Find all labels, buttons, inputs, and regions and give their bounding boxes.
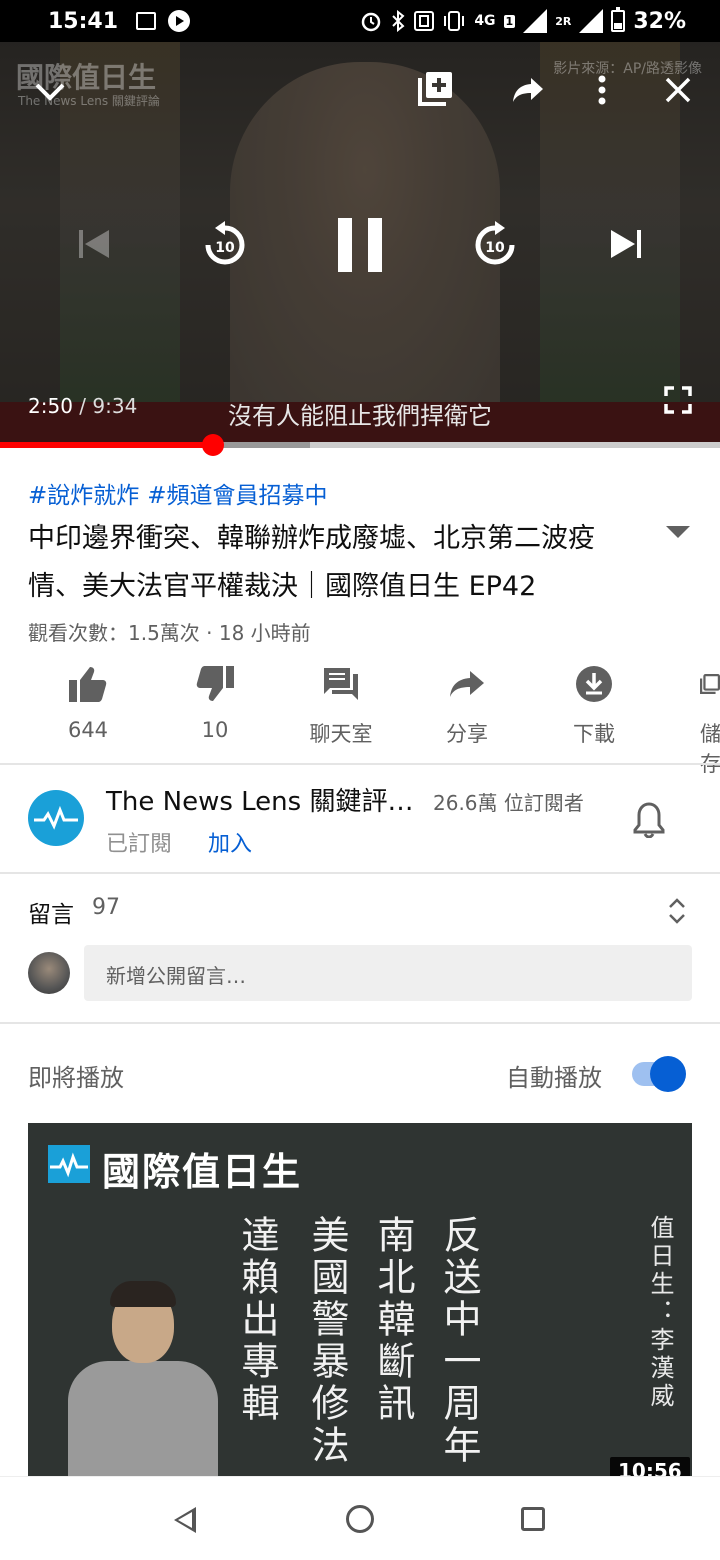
thumbnail-headline: 達賴出專輯 — [235, 1215, 279, 1425]
signal-2-icon — [579, 9, 604, 33]
dislike-count: 10 — [201, 718, 229, 742]
share-button[interactable]: 分享 — [407, 662, 527, 748]
subscribed-button[interactable]: 已訂閱 — [106, 826, 172, 858]
pulse-logo-icon — [34, 806, 78, 830]
fullscreen-icon[interactable] — [658, 380, 698, 420]
bluetooth-icon — [392, 10, 405, 32]
clock: 15:41 — [48, 8, 119, 34]
action-bar: 644 10 聊天室 分享 下載 儲存 — [0, 662, 720, 776]
thumbnail-logo-text: 國際值日生 — [102, 1150, 303, 1194]
live-chat-label: 聊天室 — [309, 722, 373, 746]
thumbs-up-icon — [69, 667, 107, 702]
play-notification-icon — [168, 10, 191, 32]
thumbnail-host: 值日生：李漢威 — [646, 1215, 674, 1411]
expand-description-icon[interactable] — [666, 526, 690, 538]
seek-bar[interactable] — [0, 434, 720, 456]
close-icon[interactable] — [656, 68, 700, 112]
pause-icon[interactable] — [328, 208, 392, 282]
divider — [0, 763, 720, 765]
home-icon[interactable] — [346, 1505, 374, 1533]
channel-avatar[interactable] — [28, 790, 84, 846]
forward-10-icon[interactable]: 10 — [468, 218, 522, 272]
comments-count: 97 — [92, 895, 120, 920]
thumbnail-headline: 反送中一周年 — [437, 1215, 481, 1467]
thumbnail-presenter — [68, 1361, 218, 1476]
video-player[interactable]: 國際值日生 The News Lens 關鍵評論 影片來源：AP/路透影像 10… — [0, 42, 720, 446]
save-label: 儲存 — [700, 722, 720, 776]
signal-icon — [523, 9, 548, 33]
share-label: 分享 — [446, 722, 488, 746]
expand-comments-icon[interactable] — [666, 896, 688, 930]
divider — [0, 872, 720, 874]
share-icon — [450, 671, 484, 697]
save-icon — [700, 674, 720, 694]
like-button[interactable]: 644 — [28, 662, 148, 742]
network-badge: 1 — [503, 14, 516, 28]
autoplay-label: 自動播放 — [506, 1064, 602, 1092]
hashtag-link[interactable]: #頻道會員招募中 — [147, 483, 327, 509]
add-comment-input[interactable]: 新增公開留言… — [84, 945, 692, 1001]
minimize-chevron-icon[interactable] — [28, 70, 72, 114]
hashtag-link[interactable]: #說炸就炸 — [28, 483, 139, 509]
vibrate-icon — [444, 11, 465, 31]
thumbnail-headline: 美國警暴修法 — [305, 1215, 349, 1467]
channel-name[interactable]: The News Lens 關鍵評… — [106, 781, 413, 818]
video-meta: 觀看次數：1.5萬次 · 18 小時前 — [28, 621, 311, 645]
nfc-icon — [414, 11, 435, 31]
forward-seconds: 10 — [485, 240, 505, 256]
user-avatar — [28, 952, 70, 994]
next-video-thumbnail[interactable]: 國際值日生 反送中一周年 南北韓斷訊 美國警暴修法 達賴出專輯 值日生：李漢威 … — [28, 1123, 692, 1476]
recent-apps-icon[interactable] — [521, 1507, 545, 1531]
up-next-label: 即將播放 — [28, 1064, 124, 1092]
video-duration: 10:56 — [610, 1457, 690, 1476]
download-icon — [576, 666, 612, 702]
seek-bar-handle[interactable] — [202, 434, 225, 456]
alarm-icon — [362, 12, 381, 32]
chat-icon — [324, 668, 358, 700]
add-to-queue-icon[interactable] — [414, 66, 458, 110]
thumbnail-presenter-hair — [110, 1281, 176, 1307]
battery-icon — [611, 7, 626, 32]
network-type: 4G — [474, 13, 496, 29]
share-icon[interactable] — [506, 68, 550, 112]
live-chat-button[interactable]: 聊天室 — [281, 662, 401, 748]
video-title[interactable]: 中印邊界衝突、韓聯辦炸成廢墟、北京第二波疫情、美大法官平權裁決｜國際值日生 EP… — [28, 515, 638, 611]
save-button[interactable]: 儲存 — [660, 662, 720, 778]
autoplay-toggle-knob[interactable] — [650, 1056, 686, 1092]
download-button[interactable]: 下載 — [534, 662, 654, 748]
thumbnail-headline: 南北韓斷訊 — [371, 1215, 415, 1425]
battery-percent: 32% — [633, 8, 686, 34]
pulse-logo-icon — [48, 1145, 90, 1183]
seek-bar-played — [0, 442, 214, 448]
dislike-button[interactable]: 10 — [155, 662, 275, 742]
hashtags: #說炸就炸 #頻道會員招募中 — [28, 476, 336, 510]
join-button[interactable]: 加入 — [208, 826, 252, 858]
previous-icon[interactable] — [72, 222, 116, 266]
status-bar: 15:41 4G 1 2R 32% — [0, 0, 720, 42]
comments-label[interactable]: 留言 — [28, 895, 74, 929]
gallery-notification-icon — [136, 12, 157, 30]
network-type-2: 2R — [555, 14, 572, 28]
back-icon[interactable] — [174, 1507, 196, 1533]
notification-bell-icon[interactable] — [632, 800, 666, 842]
rewind-seconds: 10 — [215, 240, 235, 256]
rewind-10-icon[interactable]: 10 — [198, 218, 252, 272]
download-label: 下載 — [573, 722, 615, 746]
video-subtitle: 沒有人能阻止我們捍衛它 — [228, 402, 492, 430]
more-options-icon[interactable] — [580, 68, 624, 112]
system-nav-bar — [0, 1476, 720, 1560]
subscriber-count: 26.6萬 位訂閱者 — [433, 791, 584, 815]
divider — [0, 1022, 720, 1024]
like-count: 644 — [67, 718, 109, 742]
next-icon[interactable] — [604, 222, 648, 266]
thumbs-down-icon — [196, 666, 234, 701]
